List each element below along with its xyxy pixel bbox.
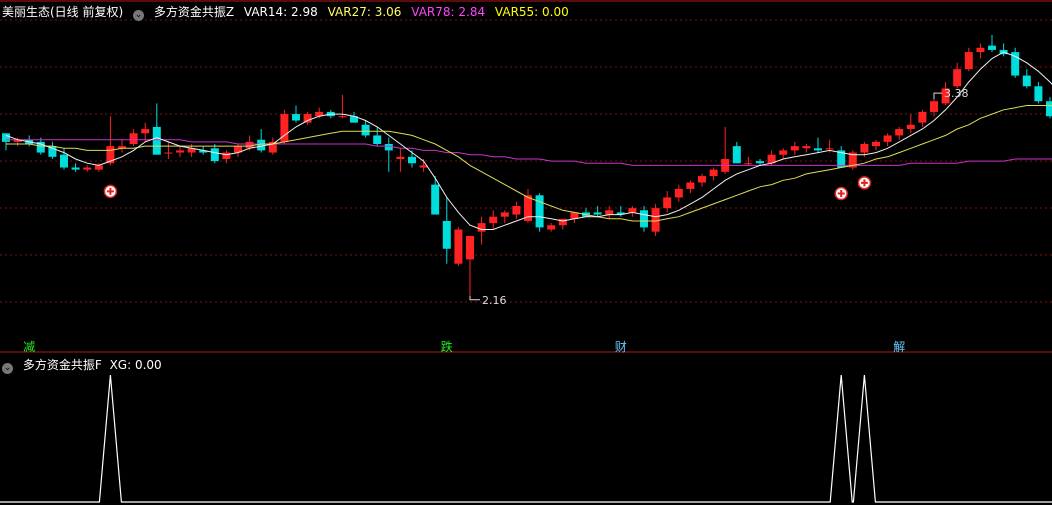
candle-body[interactable] [71, 167, 80, 170]
candle-body[interactable] [338, 116, 347, 118]
candle-body[interactable] [686, 182, 695, 189]
candle-body[interactable] [1022, 75, 1031, 87]
candle-body[interactable] [906, 124, 915, 130]
candle-body[interactable] [779, 150, 788, 155]
candle-body[interactable] [210, 148, 219, 162]
candle-body[interactable] [558, 218, 567, 226]
candle-body[interactable] [512, 206, 521, 215]
high-marker-arrow [933, 92, 942, 100]
candle-body[interactable] [384, 144, 393, 151]
candle-body[interactable] [466, 235, 474, 260]
candle-body[interactable] [361, 124, 370, 136]
candle-body[interactable] [605, 210, 614, 215]
var78-line [6, 139, 1052, 166]
candle-body[interactable] [257, 139, 266, 151]
candle-body[interactable] [547, 225, 556, 230]
candle-body[interactable] [129, 133, 138, 144]
candle-body[interactable] [930, 101, 938, 112]
candle-body[interactable] [802, 146, 811, 149]
candle-body[interactable] [825, 148, 834, 150]
candle-body[interactable] [176, 150, 184, 153]
candle-body[interactable] [709, 169, 718, 177]
candle-body[interactable] [500, 212, 509, 217]
candle-body[interactable] [535, 195, 544, 228]
candle-body[interactable] [593, 212, 602, 215]
candle-body[interactable] [744, 163, 753, 165]
chevron-down-icon[interactable]: ⌄ [133, 10, 145, 21]
candle-body[interactable] [477, 223, 486, 232]
candle-body[interactable] [895, 129, 904, 136]
candle-body[interactable] [152, 126, 161, 155]
low-price-label: 2.16 [482, 294, 507, 307]
candle-body[interactable] [790, 146, 799, 151]
candle-body[interactable] [489, 216, 498, 224]
event-tag[interactable]: 解 [893, 340, 905, 354]
chevron-down-icon[interactable]: ⌄ [2, 363, 13, 374]
candle-body[interactable] [988, 45, 996, 50]
candle-body[interactable] [698, 176, 706, 183]
main-chart-header: 美丽生态(日线 前复权) ⌄ 多方资金共振Z VAR14: 2.98 VAR27… [2, 3, 575, 21]
candle-body[interactable] [1034, 86, 1043, 102]
candle-body[interactable] [860, 144, 869, 153]
indicator-name[interactable]: 多方资金共振Z [154, 5, 234, 19]
candle-body[interactable] [373, 135, 382, 144]
xg-value: XG: 0.00 [109, 358, 162, 372]
var55-value: VAR55: 0.00 [494, 5, 569, 19]
candle-body[interactable] [1046, 101, 1052, 117]
candle-body[interactable] [60, 154, 68, 168]
var78-value: VAR78: 2.84 [411, 5, 486, 19]
event-tag[interactable]: 跌 [441, 340, 453, 354]
event-tag[interactable]: 减 [23, 340, 35, 354]
candle-body[interactable] [222, 152, 231, 159]
candle-body[interactable] [442, 220, 451, 249]
candle-body[interactable] [2, 133, 10, 142]
candle-body[interactable] [976, 47, 985, 53]
candle-body[interactable] [883, 135, 892, 142]
candle-body[interactable] [431, 184, 440, 215]
candle-body[interactable] [408, 156, 416, 164]
candle-body[interactable] [814, 148, 822, 151]
high-price-label: 3.38 [944, 87, 969, 100]
sub-indicator-name[interactable]: 多方资金共振F [23, 358, 102, 372]
candle-body[interactable] [454, 229, 463, 264]
candle-body[interactable] [83, 167, 92, 170]
candle-body[interactable] [141, 129, 150, 134]
candle-body[interactable] [94, 165, 103, 170]
candle-body[interactable] [628, 208, 637, 213]
candle-body[interactable] [953, 69, 962, 87]
candle-body[interactable] [396, 156, 405, 159]
candle-body[interactable] [756, 161, 764, 164]
low-marker-arrow [469, 295, 480, 301]
candle-body[interactable] [292, 114, 300, 121]
var14-value: VAR14: 2.98 [243, 5, 318, 19]
candle-body[interactable] [964, 52, 973, 70]
main-chart-canvas[interactable]: 3.38 2.16 [0, 0, 1052, 505]
candle-body[interactable] [663, 197, 672, 209]
xg-signal-line [0, 374, 1052, 503]
stock-title: 美丽生态(日线 前复权) [2, 5, 124, 19]
candle-body[interactable] [164, 152, 173, 154]
candle-body[interactable] [674, 188, 683, 198]
var27-value: VAR27: 3.06 [327, 5, 402, 19]
candle-body[interactable] [651, 208, 660, 232]
event-tag[interactable]: 财 [615, 340, 627, 354]
candle-body[interactable] [640, 210, 648, 228]
candle-body[interactable] [918, 111, 927, 123]
candle-body[interactable] [303, 114, 312, 123]
sub-chart-header: ⌄ 多方资金共振F XG: 0.00 [2, 356, 168, 374]
candle-body[interactable] [732, 146, 741, 164]
candle-body[interactable] [872, 141, 880, 147]
